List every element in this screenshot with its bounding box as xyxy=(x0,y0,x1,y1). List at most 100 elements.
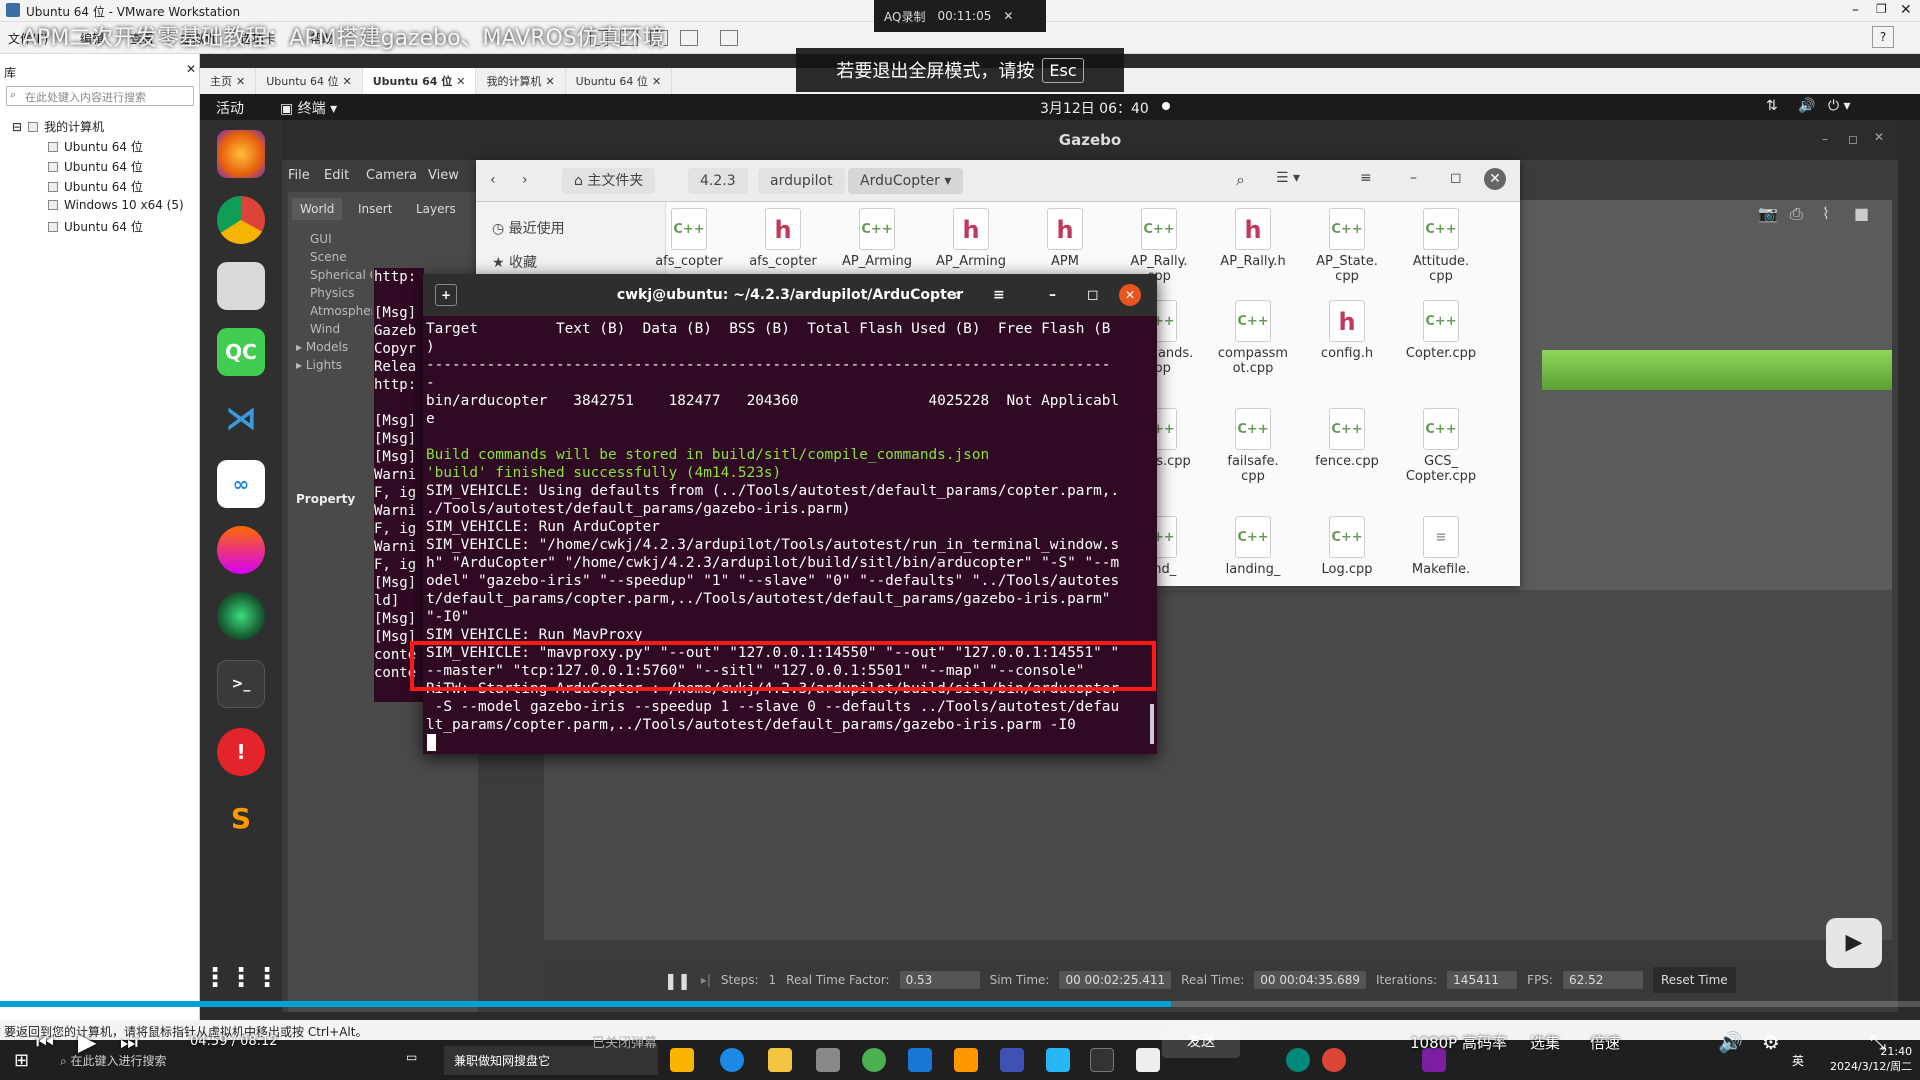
sidebar-starred[interactable]: ★ 收藏 xyxy=(492,252,537,272)
help-icon[interactable]: ? xyxy=(1872,26,1894,48)
file-item[interactable]: h APM xyxy=(1020,208,1110,269)
sublime-icon[interactable]: S xyxy=(217,794,265,842)
speed-button[interactable]: 倍速 xyxy=(1590,1032,1620,1053)
file-item[interactable]: C++ Log.cpp xyxy=(1302,516,1392,577)
file-item[interactable]: C++ AP_State. cpp xyxy=(1302,208,1392,284)
file-item[interactable]: h AP_Arming xyxy=(926,208,1016,269)
file-item[interactable]: ≡ Makefile. xyxy=(1396,516,1486,577)
tab-home[interactable]: 主页 ✕ xyxy=(200,68,257,94)
pause-icon[interactable]: ❚❚ xyxy=(664,971,691,990)
terminal-minimize-icon[interactable]: – xyxy=(1049,274,1056,316)
back-icon[interactable]: ‹ xyxy=(490,172,496,188)
episodes-button[interactable]: 选集 xyxy=(1530,1032,1560,1053)
volume-icon[interactable]: 🔊 xyxy=(1798,98,1815,114)
tree-lights[interactable]: ▸ Lights xyxy=(296,358,342,372)
gz-menu-edit[interactable]: Edit xyxy=(324,168,349,183)
apps-grid-icon[interactable]: ⋮⋮⋮ xyxy=(202,954,280,1002)
steps-value[interactable]: 1 xyxy=(769,973,777,987)
settings-icon[interactable]: ⚙ xyxy=(1762,1030,1780,1054)
tree-physics[interactable]: Physics xyxy=(310,286,354,300)
file-item[interactable]: C++ afs_copter xyxy=(644,208,734,269)
files-menu-icon[interactable]: ≡ xyxy=(1360,170,1372,186)
danmaku-send-button[interactable]: 发送 xyxy=(1162,1026,1240,1058)
clock[interactable]: 3月12日 06：40 xyxy=(1040,98,1149,118)
step-icon[interactable]: ▸| xyxy=(701,973,711,987)
recorder-close-icon[interactable]: ✕ xyxy=(1003,9,1013,23)
files-close-icon[interactable]: ✕ xyxy=(1484,168,1506,190)
new-tab-icon[interactable]: + xyxy=(435,284,457,306)
collapse-icon[interactable]: ⊟ xyxy=(12,120,22,134)
fire-icon[interactable] xyxy=(217,526,265,574)
tab-ubuntu-1[interactable]: Ubuntu 64 位 ✕ xyxy=(256,68,363,94)
fullscreen-exit-icon[interactable]: ⤡ xyxy=(1870,1030,1886,1054)
tab-close-icon[interactable]: ✕ xyxy=(342,75,351,88)
tab-insert[interactable]: Insert xyxy=(350,198,400,220)
terminal-maximize-icon[interactable]: ◻ xyxy=(1087,274,1099,316)
file-item[interactable]: h AP_Rally.h xyxy=(1208,208,1298,269)
gz-menu-camera[interactable]: Camera xyxy=(366,168,417,183)
breadcrumb-version[interactable]: 4.2.3 xyxy=(688,168,748,194)
tree-item-ubuntu-3[interactable]: Ubuntu 64 位 xyxy=(48,178,143,195)
gazebo-close-icon[interactable]: ✕ xyxy=(1874,130,1884,144)
video-icon[interactable]: ■ xyxy=(1854,204,1869,223)
tab-close-icon[interactable]: ✕ xyxy=(236,75,245,88)
file-item[interactable]: C++ Attitude. cpp xyxy=(1396,208,1486,284)
quality-button[interactable]: 1080P 高码率 xyxy=(1410,1032,1507,1053)
terminal-search-icon[interactable]: ⌕ xyxy=(953,274,961,316)
vscode-icon[interactable]: ⋊ xyxy=(217,394,265,442)
file-item[interactable]: C++ AP_Rally. cpp xyxy=(1114,208,1204,284)
tree-wind[interactable]: Wind xyxy=(310,322,340,336)
maximize-icon[interactable]: ❐ xyxy=(1876,2,1887,16)
file-item[interactable]: C++ landing_ xyxy=(1208,516,1298,577)
network-icon[interactable]: ⇅ xyxy=(1766,98,1778,114)
sidebar-recent[interactable]: ◷ 最近使用 xyxy=(492,218,565,238)
tree-my-computer[interactable]: ⊟ 我的计算机 xyxy=(12,118,104,135)
tree-item-ubuntu-1[interactable]: Ubuntu 64 位 xyxy=(48,138,143,155)
tab-my-computer[interactable]: 我的计算机 ✕ xyxy=(476,68,566,94)
activities-button[interactable]: 活动 xyxy=(216,98,244,118)
terminal-scrollbar[interactable] xyxy=(1150,704,1154,744)
tab-ubuntu-2[interactable]: Ubuntu 64 位 ✕ xyxy=(566,68,673,94)
close-icon[interactable]: ✕ xyxy=(1900,2,1912,18)
tree-atmosphere[interactable]: Atmosphere xyxy=(310,304,372,318)
file-item[interactable]: C++ Copter.cpp xyxy=(1396,300,1486,361)
file-item[interactable]: h config.h xyxy=(1302,300,1392,361)
breadcrumb-arducopter[interactable]: ArduCopter ▾ xyxy=(848,168,964,194)
file-item[interactable]: C++ GCS_ Copter.cpp xyxy=(1396,408,1486,484)
breadcrumb-home[interactable]: ⌂ 主文件夹 xyxy=(562,168,656,194)
terminal-close-icon[interactable]: ✕ xyxy=(1119,284,1141,306)
firefox-icon[interactable] xyxy=(217,130,265,178)
tree-item-windows[interactable]: Windows 10 x64 (5) xyxy=(48,198,184,212)
breadcrumb-ardupilot[interactable]: ardupilot xyxy=(758,168,845,194)
gazebo-maximize-icon[interactable]: ◻ xyxy=(1848,132,1858,146)
power-icon[interactable]: ⏻ ▾ xyxy=(1828,98,1851,114)
plot-icon[interactable]: ⌇ xyxy=(1822,204,1830,223)
baidu-netdisk-icon[interactable]: ∞ xyxy=(217,460,265,508)
video-progress-bar[interactable] xyxy=(0,1001,1920,1007)
tree-gui[interactable]: GUI xyxy=(310,232,332,246)
camera-icon[interactable] xyxy=(217,592,265,640)
file-item[interactable]: C++ failsafe. cpp xyxy=(1208,408,1298,484)
file-item[interactable]: C++ AP_Arming xyxy=(832,208,922,269)
minimize-icon[interactable]: – xyxy=(1852,2,1859,18)
tree-item-ubuntu-2[interactable]: Ubuntu 64 位 xyxy=(48,158,143,175)
library-search-input[interactable]: 在此处键入内容进行搜索 xyxy=(6,86,194,106)
log-icon[interactable]: ⎙ xyxy=(1790,204,1803,224)
gz-menu-view[interactable]: View xyxy=(428,168,459,183)
tab-ubuntu-active[interactable]: Ubuntu 64 位 ✕ xyxy=(362,68,477,94)
tab-world[interactable]: World xyxy=(292,198,343,220)
bilibili-tv-icon[interactable]: ▶ xyxy=(1826,918,1882,968)
terminal-icon[interactable]: >_ xyxy=(217,660,265,708)
console-icon[interactable] xyxy=(680,30,698,46)
library-close-icon[interactable]: ✕ xyxy=(186,62,196,76)
chrome-icon[interactable] xyxy=(217,196,265,244)
files-minimize-icon[interactable]: – xyxy=(1410,170,1417,186)
qt-creator-icon[interactable]: QC xyxy=(217,328,265,376)
forward-icon[interactable]: › xyxy=(522,172,528,188)
files-maximize-icon[interactable]: ◻ xyxy=(1450,170,1462,186)
tree-item-ubuntu-4[interactable]: Ubuntu 64 位 xyxy=(48,218,143,235)
tab-close-icon[interactable]: ✕ xyxy=(545,75,554,88)
terminal-menu-icon[interactable]: ≡ xyxy=(993,274,1005,316)
tab-layers[interactable]: Layers xyxy=(408,198,464,220)
next-icon[interactable]: ⏭ xyxy=(120,1030,138,1054)
